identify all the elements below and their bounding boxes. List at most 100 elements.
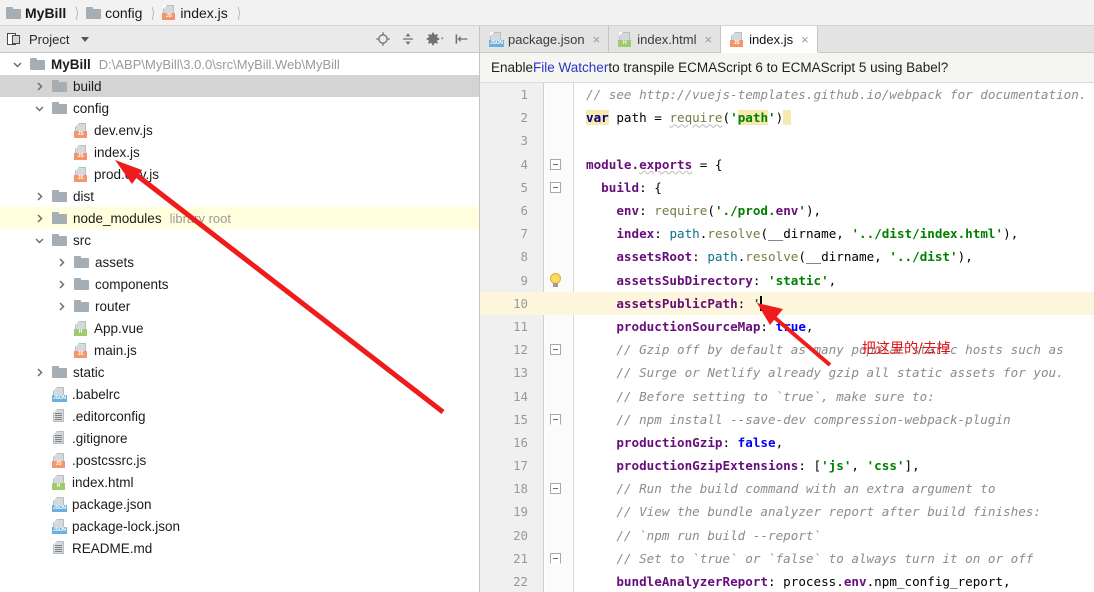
code-line[interactable]: 8 assetsRoot: path.resolve(__dirname, '.… [480, 245, 1094, 268]
breadcrumb-item-indexjs[interactable]: JS index.js [162, 0, 228, 26]
code-line[interactable]: 22 bundleAnalyzerReport: process.env.npm… [480, 570, 1094, 592]
tree-row[interactable]: JSON .babelrc [0, 383, 479, 405]
tree-row[interactable]: build [0, 75, 479, 97]
line-number: 17 [513, 458, 528, 474]
fold-end-icon[interactable] [549, 413, 561, 425]
tree-row[interactable]: components [0, 273, 479, 295]
twisty-collapsed-icon[interactable] [32, 361, 47, 383]
json-file-icon: JSON [52, 518, 67, 534]
code-line[interactable]: 14 // Before setting to `true`, make sur… [480, 384, 1094, 407]
fold-marker-cell [536, 245, 574, 268]
twisty-collapsed-icon[interactable] [54, 273, 69, 295]
twisty-collapsed-icon[interactable] [54, 295, 69, 317]
close-icon[interactable]: × [593, 32, 601, 47]
editor-tab-bar[interactable]: JSON package.json × Hindex.html × JS index.js × [480, 26, 1094, 53]
code-line[interactable]: 2 var path = require('path') [480, 106, 1094, 129]
code-line[interactable]: 7 index: path.resolve(__dirname, '../dis… [480, 222, 1094, 245]
js-file-icon: JS [74, 144, 88, 160]
tree-row[interactable]: config [0, 97, 479, 119]
breadcrumb-item-config[interactable]: config [86, 0, 142, 26]
tree-row[interactable]: assets [0, 251, 479, 273]
locate-target-icon[interactable] [375, 31, 391, 47]
fold-end-icon[interactable] [549, 552, 561, 564]
code-line[interactable]: 19 // View the bundle analyzer report af… [480, 500, 1094, 523]
twisty-collapsed-icon[interactable] [54, 251, 69, 273]
tree-row[interactable]: static [0, 361, 479, 383]
tree-row[interactable]: router [0, 295, 479, 317]
tree-row[interactable]: Hindex.html [0, 471, 479, 493]
tree-row[interactable]: .editorconfig [0, 405, 479, 427]
tree-item-hint: D:\ABP\MyBill\3.0.0\src\MyBill.Web\MyBil… [98, 56, 340, 72]
twisty-expanded-icon[interactable] [32, 97, 47, 119]
code-line[interactable]: 6 env: require('./prod.env'), [480, 199, 1094, 222]
code-line[interactable]: 9 assetsSubDirectory: 'static', [480, 269, 1094, 292]
breadcrumb-item-mybill[interactable]: MyBill [6, 0, 66, 26]
code-line[interactable]: 15 // npm install --save-dev compression… [480, 408, 1094, 431]
code-line[interactable]: 20 // `npm run build --report` [480, 524, 1094, 547]
code-line[interactable]: 18 // Run the build command with an extr… [480, 477, 1094, 500]
tree-item-label: static [73, 364, 105, 380]
tree-row[interactable]: node_modules library root [0, 207, 479, 229]
hide-panel-icon[interactable] [454, 31, 470, 47]
tree-row[interactable]: src [0, 229, 479, 251]
tree-row[interactable]: JS main.js [0, 339, 479, 361]
intention-bulb-icon[interactable] [549, 272, 562, 288]
fold-minus-icon[interactable] [549, 181, 561, 193]
fold-minus-icon[interactable] [549, 344, 561, 356]
fold-marker-cell [536, 454, 574, 477]
code-line[interactable]: 1 // see http://vuejs-templates.github.io… [480, 83, 1094, 106]
fold-marker-cell [536, 83, 574, 106]
twisty-expanded-icon[interactable] [32, 229, 47, 251]
twisty-collapsed-icon[interactable] [32, 75, 47, 97]
tree-row[interactable]: H App.vue [0, 317, 479, 339]
line-number: 21 [513, 550, 528, 566]
breadcrumb-label: index.js [180, 4, 228, 21]
tree-row[interactable]: JS prod.env.js [0, 163, 479, 185]
code-line[interactable]: 21 // Set to `true` or `false` to always… [480, 547, 1094, 570]
fold-minus-icon[interactable] [549, 158, 561, 170]
twisty-expanded-icon[interactable] [10, 53, 25, 75]
code-text: // npm install --save-dev compression-we… [616, 411, 1011, 427]
twisty-collapsed-icon[interactable] [32, 185, 47, 207]
tree-row[interactable]: .gitignore [0, 427, 479, 449]
tree-row[interactable]: dist [0, 185, 479, 207]
gear-icon[interactable] [425, 31, 445, 47]
folder-icon [52, 102, 67, 114]
tree-row[interactable]: JS index.js [0, 141, 479, 163]
line-number: 11 [513, 318, 528, 334]
tree-row[interactable]: JSON package.json [0, 493, 479, 515]
editor-tab[interactable]: JS index.js × [721, 26, 818, 53]
fold-minus-icon[interactable] [549, 483, 561, 495]
code-line[interactable]: 11 productionSourceMap: true, [480, 315, 1094, 338]
code-line[interactable]: 12 // Gzip off by default as many popula… [480, 338, 1094, 361]
code-line[interactable]: 5 build: { [480, 176, 1094, 199]
editor-tab[interactable]: JSON package.json × [480, 26, 610, 52]
fold-marker-cell [536, 570, 574, 592]
tree-row[interactable]: JSON package-lock.json [0, 515, 479, 537]
code-line[interactable]: 17 productionGzipExtensions: ['js', 'css… [480, 454, 1094, 477]
tree-row[interactable]: JS dev.env.js [0, 119, 479, 141]
close-icon[interactable]: × [801, 32, 809, 47]
tree-row[interactable]: JS .postcssrc.js [0, 449, 479, 471]
html-file-icon: H [52, 474, 66, 490]
project-file-tree[interactable]: MyBill D:\ABP\MyBill\3.0.0\src\MyBill.Web… [0, 53, 479, 592]
code-text: productionGzip: false, [616, 434, 784, 450]
close-icon[interactable]: × [704, 32, 712, 47]
tree-row[interactable]: README.md [0, 537, 479, 559]
code-line[interactable]: 3 [480, 129, 1094, 152]
code-line[interactable]: 13 // Surge or Netlify already gzip all … [480, 361, 1094, 384]
code-line[interactable]: 16 productionGzip: false, [480, 431, 1094, 454]
code-line[interactable]: 10 assetsPublicPath: ' [480, 291, 1094, 315]
code-line[interactable]: 4 module.exports = { [480, 153, 1094, 176]
twisty-collapsed-icon[interactable] [32, 207, 47, 229]
collapse-all-icon[interactable] [400, 31, 416, 47]
file-watcher-link[interactable]: File Watcher [533, 60, 608, 75]
code-editor[interactable]: 1 // see http://vuejs-templates.github.io… [480, 83, 1094, 592]
tree-row[interactable]: MyBill D:\ABP\MyBill\3.0.0\src\MyBill.Web… [0, 53, 479, 75]
fold-marker-cell [536, 106, 574, 129]
chevron-down-icon[interactable] [81, 36, 90, 42]
editor-tab[interactable]: Hindex.html × [609, 26, 722, 52]
